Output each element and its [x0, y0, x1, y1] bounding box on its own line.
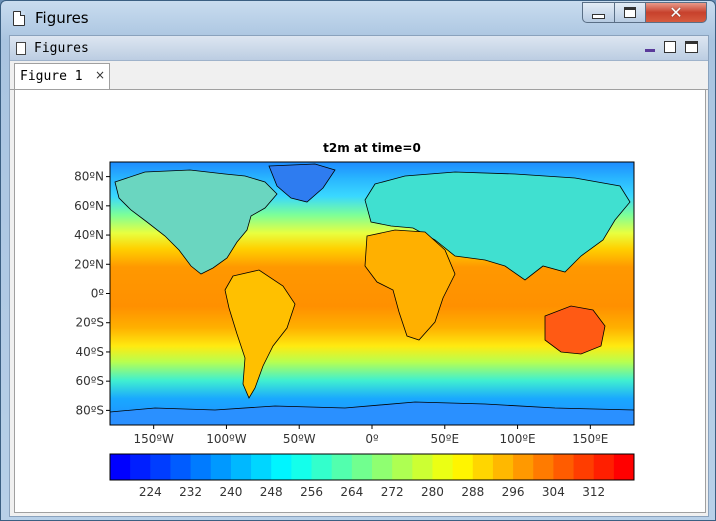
colorbar-label: 296: [502, 485, 525, 499]
y-tick-label: 80ºN: [74, 170, 104, 184]
map-layer: [110, 162, 634, 425]
colorbar-label: 280: [421, 485, 444, 499]
tab-figure-1[interactable]: Figure 1 ×: [14, 63, 110, 89]
title-bar[interactable]: Figures ✕: [1, 1, 715, 35]
colorbar-swatch: [210, 454, 232, 480]
x-tick-label: 0º: [365, 432, 379, 446]
colorbar-swatch: [230, 454, 252, 480]
colorbar-swatch: [513, 454, 534, 480]
colorbar-swatch: [170, 454, 192, 480]
colorbar-swatch: [110, 454, 131, 480]
y-tick-label: 40ºN: [74, 228, 104, 242]
colorbar-swatch: [271, 454, 292, 480]
minimize-icon: [592, 13, 605, 19]
colorbar-label: 224: [139, 485, 162, 499]
colorbar-label: 272: [381, 485, 404, 499]
colorbar-swatch: [130, 454, 151, 480]
colorbar-label: 248: [260, 485, 283, 499]
panel-undock-icon[interactable]: [664, 41, 676, 53]
colorbar-swatch: [150, 454, 171, 480]
panel-maximize-icon[interactable]: [685, 41, 698, 53]
y-tick-label: 60ºN: [74, 199, 104, 213]
colorbar-label: 232: [179, 485, 202, 499]
x-tick-label: 50ºE: [431, 432, 460, 446]
maximize-button[interactable]: [614, 2, 646, 23]
colorbar-swatch: [412, 454, 433, 480]
tab-close-icon[interactable]: ×: [95, 68, 105, 82]
colorbar-swatch: [372, 454, 393, 480]
colorbar-label: 240: [219, 485, 242, 499]
colorbar-swatch: [613, 454, 635, 480]
y-tick-label: 80ºS: [75, 403, 104, 417]
figure-canvas: t2m at time=0 150ºW 100ºW 50ºW 0º 50ºE 100ºE 1…: [14, 90, 706, 513]
figures-window: Figures ✕ Figures Figure 1 × t2m at time…: [0, 0, 716, 521]
y-tick-label: 40ºS: [75, 345, 104, 359]
tab-label: Figure 1: [20, 69, 83, 84]
colorbar-swatch: [351, 454, 373, 480]
document-icon: [13, 11, 25, 26]
maximize-icon: [624, 7, 636, 18]
colorbar-label: 288: [461, 485, 484, 499]
close-button[interactable]: ✕: [645, 2, 707, 23]
colorbar-swatch: [593, 454, 615, 480]
colorbar-label: 264: [340, 485, 363, 499]
colorbar: 224 232 240 248 256 264 272 280 288 296 304 312: [109, 453, 635, 499]
colorbar-swatch: [492, 454, 514, 480]
colorbar-swatch: [392, 454, 413, 480]
x-tick-label: 150ºW: [133, 432, 174, 446]
chart-title: t2m at time=0: [323, 141, 421, 155]
colorbar-swatch: [472, 454, 494, 480]
y-tick-label: 20ºS: [75, 316, 104, 330]
x-tick-label: 50ºW: [283, 432, 316, 446]
colorbar-swatch: [573, 454, 595, 480]
y-tick-label: 0º: [91, 287, 105, 301]
tab-strip: Figure 1 ×: [10, 61, 708, 90]
panel-title: Figures: [34, 41, 89, 56]
x-tick-label: 100ºW: [206, 432, 247, 446]
colorbar-swatch: [190, 454, 212, 480]
window-title: Figures: [35, 9, 89, 27]
y-tick-label: 60ºS: [75, 374, 104, 388]
colorbar-swatch: [553, 454, 575, 480]
minimize-button[interactable]: [582, 2, 615, 23]
colorbar-label: 256: [300, 485, 323, 499]
colorbar-swatch: [251, 454, 272, 480]
colorbar-swatch: [432, 454, 454, 480]
x-tick-label: 150ºE: [572, 432, 608, 446]
colorbar-swatch: [533, 454, 554, 480]
colorbar-swatch: [291, 454, 313, 480]
x-tick-label: 100ºE: [499, 432, 535, 446]
figures-panel: Figures Figure 1 × t2m at time=0 150ºW 1…: [9, 35, 709, 517]
close-icon: ✕: [669, 3, 683, 22]
colorbar-swatch: [311, 454, 333, 480]
colorbar-swatch: [452, 454, 474, 480]
panel-title-bar: Figures: [10, 36, 708, 61]
chart-svg: t2m at time=0 150ºW 100ºW 50ºW 0º 50ºE 100ºE 1…: [74, 141, 635, 499]
colorbar-swatch: [331, 454, 353, 480]
y-tick-label: 20ºN: [74, 257, 104, 271]
document-icon: [16, 42, 26, 55]
colorbar-label: 304: [542, 485, 565, 499]
panel-minimize-icon[interactable]: [644, 41, 657, 54]
colorbar-label: 312: [582, 485, 605, 499]
